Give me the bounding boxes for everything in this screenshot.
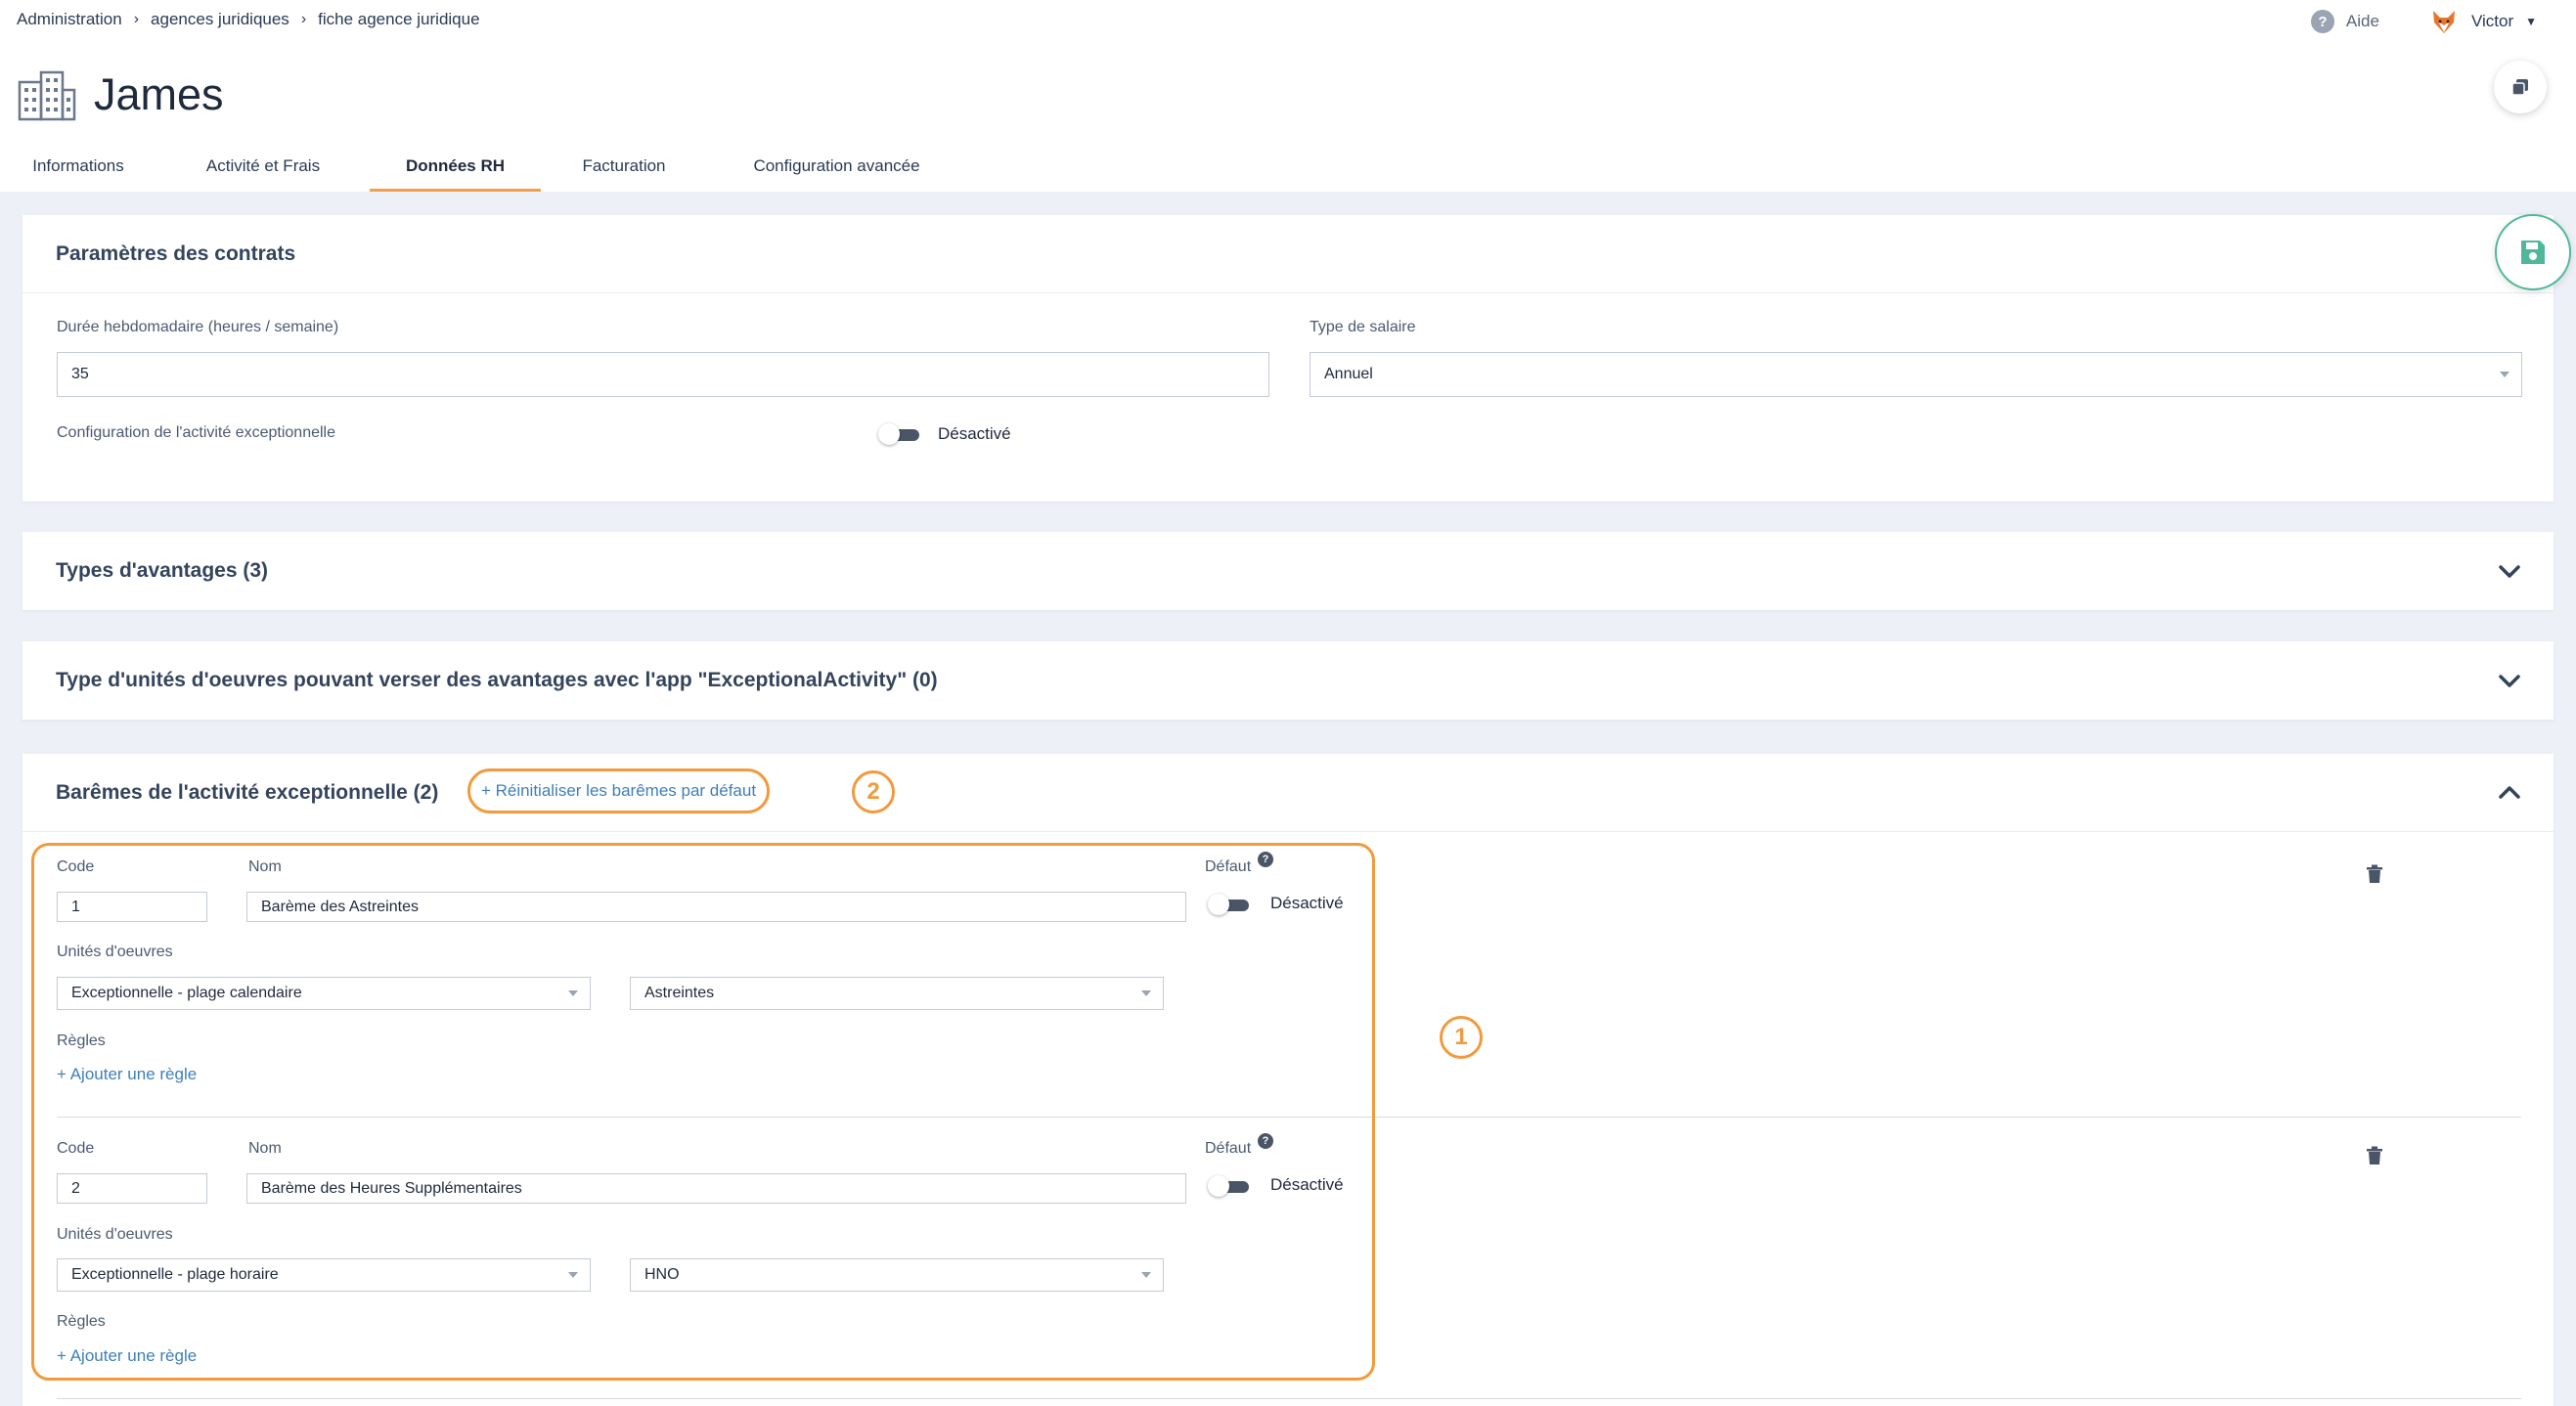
chevron-right-icon: › <box>300 11 307 27</box>
contract-params-title: Paramètres des contrats <box>56 242 296 265</box>
user-menu[interactable]: Victor <box>2471 12 2513 31</box>
breadcrumb-administration[interactable]: Administration <box>17 10 122 29</box>
exceptional-config-state: Désactivé <box>938 424 1011 443</box>
chevron-right-icon: › <box>133 11 140 27</box>
benefits-header[interactable]: Types d'avantages (3) <box>22 532 2554 610</box>
title-row: James <box>16 68 224 121</box>
breadcrumb: Administration › agences juridiques › fi… <box>17 10 480 29</box>
help-icon[interactable]: ? <box>2310 10 2334 33</box>
work-units-card[interactable]: Type d'unités d'oeuvres pouvant verser d… <box>22 641 2554 720</box>
work-units-title: Type d'unités d'oeuvres pouvant verser d… <box>56 669 938 691</box>
exceptional-config-label: Configuration de l'activité exceptionnel… <box>57 424 336 441</box>
tab-donnees-rh[interactable]: Données RH <box>370 147 541 192</box>
tab-configuration-avancee[interactable]: Configuration avancée <box>707 147 966 192</box>
save-button[interactable] <box>2495 214 2571 290</box>
tab-facturation[interactable]: Facturation <box>541 147 707 192</box>
trash-icon[interactable] <box>2366 864 2383 884</box>
help-link[interactable]: Aide <box>2346 12 2379 31</box>
annotation-highlight-box <box>31 843 1375 1381</box>
trash-icon[interactable] <box>2366 1146 2383 1165</box>
tab-activite-frais[interactable]: Activité et Frais <box>156 147 370 192</box>
breadcrumb-agences-juridiques[interactable]: agences juridiques <box>151 10 289 29</box>
caret-down-icon[interactable]: ▼ <box>2525 15 2537 28</box>
contract-params-header: Paramètres des contrats <box>22 215 2554 293</box>
salary-type-label: Type de salaire <box>1310 319 1416 335</box>
benefits-title: Types d'avantages (3) <box>56 559 269 582</box>
work-units-header[interactable]: Type d'unités d'oeuvres pouvant verser d… <box>22 641 2554 720</box>
scales-title: Barêmes de l'activité exceptionnelle (2) <box>56 780 439 804</box>
tab-informations[interactable]: Informations <box>0 147 156 192</box>
benefits-card[interactable]: Types d'avantages (3) <box>22 532 2554 610</box>
dropdown-arrow-icon <box>2500 372 2509 377</box>
breadcrumb-fiche-agence: fiche agence juridique <box>318 10 480 28</box>
chevron-down-icon[interactable] <box>2497 558 2522 584</box>
top-right-menu: ? Aide Victor ▼ <box>2310 8 2537 35</box>
annotation-badge-1: 1 <box>1440 1016 1483 1059</box>
weekly-hours-label: Durée hebdomadaire (heures / semaine) <box>57 319 339 335</box>
fox-avatar-icon[interactable] <box>2430 8 2458 35</box>
building-icon <box>18 70 76 121</box>
salary-type-select[interactable]: Annuel <box>1310 352 2522 397</box>
weekly-hours-input[interactable]: 35 <box>57 352 1269 397</box>
tab-bar: Informations Activité et Frais Données R… <box>0 147 966 192</box>
top-bar: Administration › agences juridiques › fi… <box>0 0 2576 192</box>
copy-icon <box>2511 79 2528 96</box>
floppy-disk-icon <box>2521 241 2545 264</box>
contract-params-card: Paramètres des contrats Durée hebdomadai… <box>22 215 2554 502</box>
copy-button[interactable] <box>2494 61 2547 113</box>
scales-header: Barêmes de l'activité exceptionnelle (2) <box>22 754 2554 832</box>
annotation-badge-2: 2 <box>852 770 895 813</box>
reset-scales-link[interactable]: + Réinitialiser les barêmes par défaut <box>467 769 770 813</box>
divider <box>57 1398 2521 1399</box>
page-title: James <box>94 69 224 119</box>
exceptional-config-toggle[interactable] <box>878 423 921 445</box>
chevron-down-icon[interactable] <box>2497 668 2522 693</box>
chevron-up-icon[interactable] <box>2497 780 2522 806</box>
